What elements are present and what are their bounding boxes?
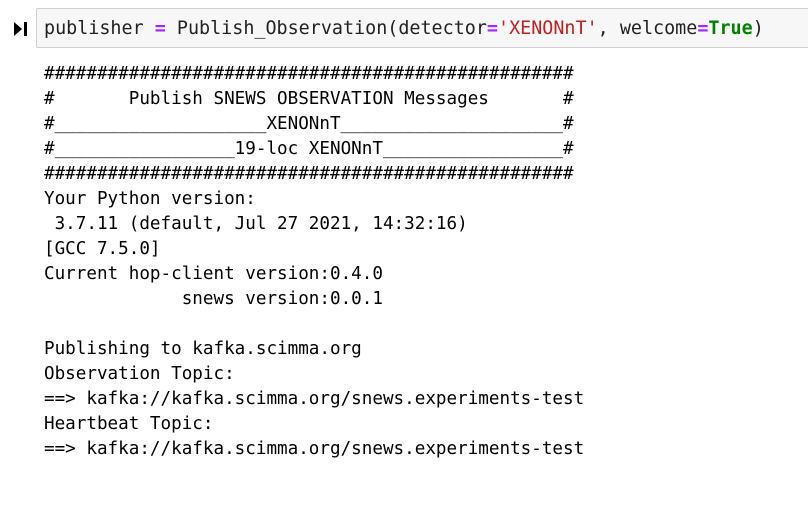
close-paren: ): [752, 18, 764, 39]
output-line: [GCC 7.5.0]: [44, 239, 161, 259]
run-cell-icon[interactable]: [14, 20, 28, 38]
cell-output: ########################################…: [44, 62, 584, 462]
arg-separator: ,: [597, 18, 609, 39]
code-line: publisher = Publish_Observation(detector…: [44, 18, 764, 40]
output-line: Current hop-client version:0.4.0: [44, 264, 383, 284]
output-line: Observation Topic:: [44, 364, 235, 384]
arg-detector-name: detector: [398, 18, 487, 39]
output-line: ==> kafka://kafka.scimma.org/snews.exper…: [44, 389, 585, 409]
variable-name: publisher: [44, 18, 144, 39]
output-line: Heartbeat Topic:: [44, 414, 214, 434]
output-line: snews version:0.0.1: [44, 289, 383, 309]
output-line-blank: [44, 312, 584, 337]
assign-operator: =: [154, 18, 166, 39]
arg-welcome-name: welcome: [619, 18, 698, 39]
code-cell-input[interactable]: publisher = Publish_Observation(detector…: [36, 8, 808, 48]
output-line: ########################################…: [44, 164, 574, 184]
arg-welcome-value: True: [708, 18, 753, 39]
open-paren: (: [387, 18, 399, 39]
output-line: Your Python version:: [44, 189, 256, 209]
output-line: ==> kafka://kafka.scimma.org/snews.exper…: [44, 439, 585, 459]
output-line: ########################################…: [44, 64, 574, 84]
arg-detector-value: 'XENONnT': [498, 18, 598, 39]
function-name: Publish_Observation: [176, 18, 388, 39]
arg-welcome-equals: =: [697, 18, 709, 39]
arg-detector-equals: =: [486, 18, 498, 39]
output-line: 3.7.11 (default, Jul 27 2021, 14:32:16): [44, 214, 479, 234]
output-line: Publishing to kafka.scimma.org: [44, 339, 362, 359]
output-line: #_________________19-loc XENONnT________…: [44, 139, 574, 159]
output-line: # Publish SNEWS OBSERVATION Messages #: [44, 89, 574, 109]
output-line: #____________________XENONnT____________…: [44, 114, 574, 134]
